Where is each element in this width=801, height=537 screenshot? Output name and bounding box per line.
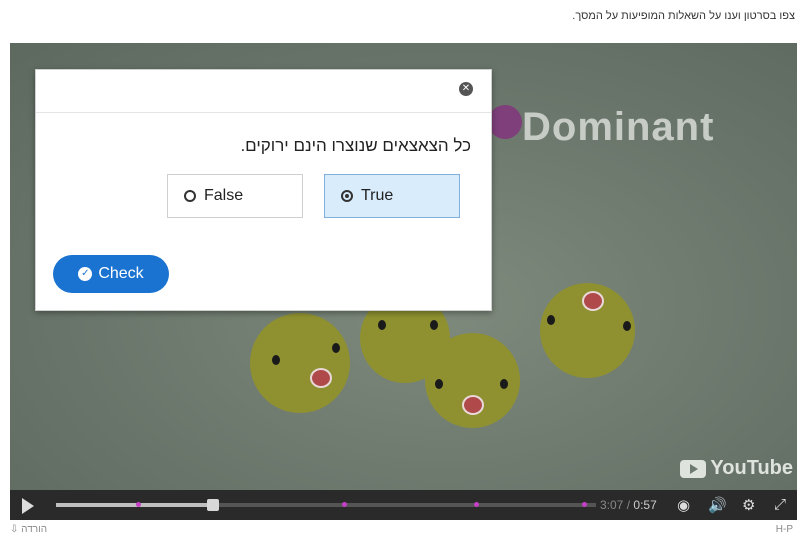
option-false[interactable]: False <box>167 174 303 218</box>
character-eye <box>623 321 631 331</box>
youtube-watermark[interactable]: YouTube <box>680 457 793 480</box>
progress-marker <box>474 502 479 507</box>
video-overlay-title: Dominant <box>522 105 715 149</box>
time-display: 3:07 / 0:57 <box>600 498 657 512</box>
close-icon[interactable]: ✕ <box>459 82 473 96</box>
play-icon[interactable] <box>22 498 34 514</box>
question-text: כל הצאצאים שנוצרו הינם ירוקים. <box>240 136 471 155</box>
character-mouth <box>582 291 604 311</box>
volume-icon[interactable]: 🔊 <box>708 496 727 514</box>
option-label: False <box>204 187 244 204</box>
download-link[interactable]: ⇩ הורדה <box>10 524 47 535</box>
download-label: הורדה <box>21 524 48 535</box>
option-label: True <box>361 187 394 204</box>
progress-marker <box>136 502 141 507</box>
character-eye <box>332 343 340 353</box>
check-icon: ✓ <box>78 267 93 281</box>
progress-bar[interactable] <box>56 499 596 511</box>
check-label: Check <box>98 265 144 282</box>
download-icon: ⇩ <box>10 524 19 535</box>
hand-icon <box>488 105 522 139</box>
annotations-icon[interactable]: ◉ <box>677 496 690 514</box>
video-controls-bar: 3:07 / 0:57 ◉ 🔊 ⚙ ⤢ <box>10 490 797 520</box>
check-button[interactable]: ✓ Check <box>53 255 169 293</box>
dialog-header <box>36 70 491 113</box>
progress-marker <box>582 502 587 507</box>
progress-handle[interactable] <box>206 499 219 511</box>
radio-selected-icon <box>341 190 353 202</box>
quiz-dialog: ✕ כל הצאצאים שנוצרו הינם ירוקים. False T… <box>35 69 492 311</box>
character-eye <box>500 379 508 389</box>
character-eye <box>547 315 555 325</box>
youtube-label: YouTube <box>710 457 793 479</box>
character-eye <box>378 320 386 330</box>
option-true[interactable]: True <box>324 174 460 218</box>
character-eye <box>430 320 438 330</box>
instruction-text: צפו בסרטון וענו על השאלות המופיעות על המ… <box>572 10 795 22</box>
duration: 0:57 <box>633 498 657 512</box>
youtube-play-icon <box>680 459 707 478</box>
character-mouth <box>310 368 332 388</box>
time-separator: / <box>626 498 631 512</box>
current-time: 3:07 <box>600 498 624 512</box>
progress-fill <box>56 503 213 507</box>
character-mouth <box>462 395 484 415</box>
radio-icon <box>184 190 196 202</box>
footer-logo: H-P <box>775 524 793 535</box>
character-1 <box>250 313 350 413</box>
fullscreen-icon[interactable]: ⤢ <box>774 496 786 513</box>
character-eye <box>272 355 280 365</box>
settings-gear-icon[interactable]: ⚙ <box>742 496 755 514</box>
progress-marker <box>342 502 347 507</box>
character-eye <box>435 379 443 389</box>
